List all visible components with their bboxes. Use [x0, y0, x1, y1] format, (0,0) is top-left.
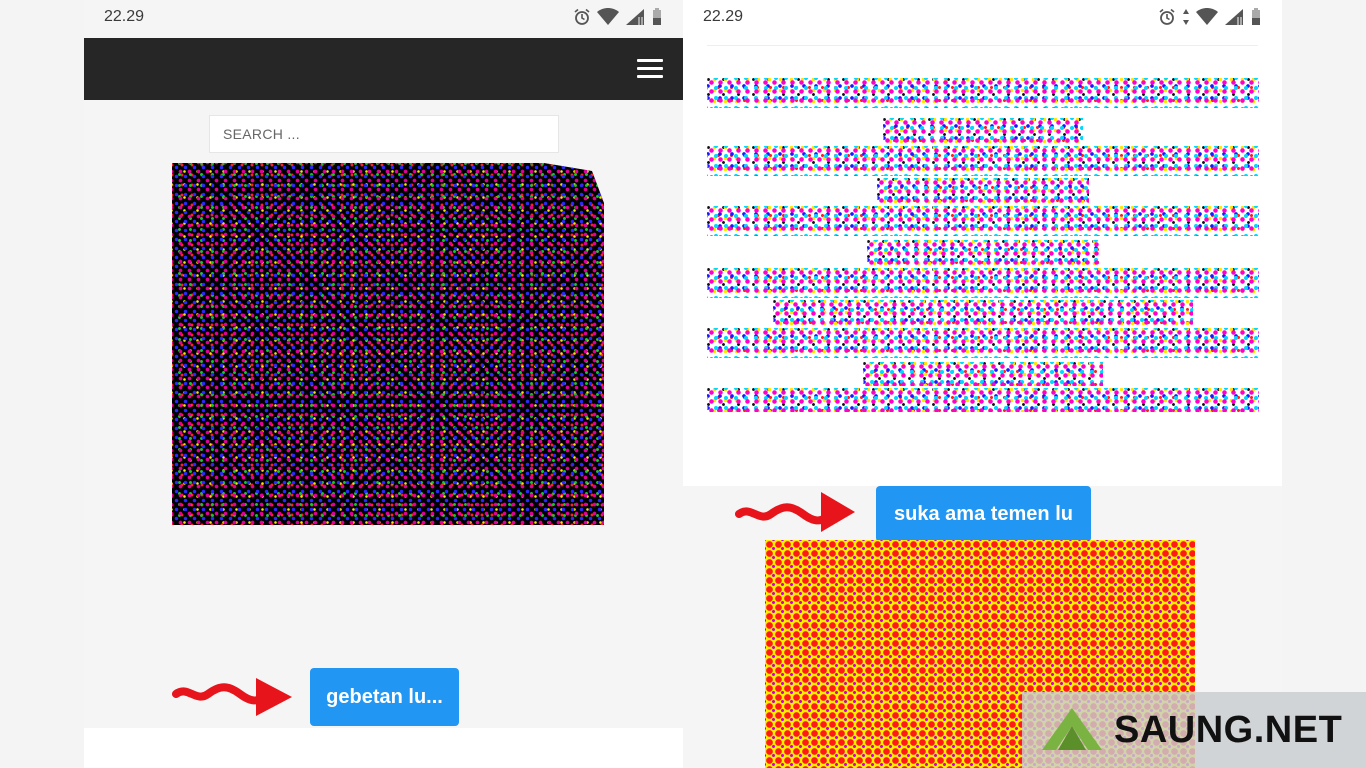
red-squiggle-arrow-icon [735, 492, 855, 532]
hamburger-menu-icon[interactable] [637, 59, 663, 79]
status-time: 22.29 [104, 8, 145, 25]
watermark: SAUNG.NET [1022, 692, 1366, 768]
left-phone-screen: 22.29 gebetan lu... [84, 0, 683, 768]
content-card [84, 728, 683, 768]
caption-label: gebetan lu... [310, 668, 459, 726]
watermark-text: SAUNG.NET [1114, 708, 1343, 751]
status-time: 22.29 [703, 8, 744, 25]
status-icons [1158, 8, 1262, 26]
alarm-icon [1159, 8, 1175, 25]
red-squiggle-arrow-icon [172, 678, 292, 716]
battery-icon [653, 8, 661, 25]
content-card: 22.29 [683, 0, 1282, 486]
wifi-icon [597, 8, 619, 25]
battery-icon [1252, 8, 1260, 25]
saung-roof-logo-icon [1042, 708, 1102, 750]
wifi-icon [1196, 8, 1218, 25]
caption-label: suka ama temen lu [876, 486, 1091, 542]
data-arrows-icon [1183, 9, 1189, 25]
signal-icon [1225, 9, 1243, 25]
search-input[interactable] [209, 115, 559, 153]
status-bar: 22.29 [84, 0, 683, 38]
top-navbar [84, 38, 683, 100]
signal-icon [626, 9, 644, 25]
blocked-image-placeholder [172, 163, 604, 525]
status-bar: 22.29 [683, 0, 1282, 38]
status-icons [573, 8, 663, 26]
divider [707, 45, 1258, 46]
right-phone-screen: 22.29 suka ama temen lu [683, 0, 1282, 768]
alarm-icon [574, 8, 590, 25]
